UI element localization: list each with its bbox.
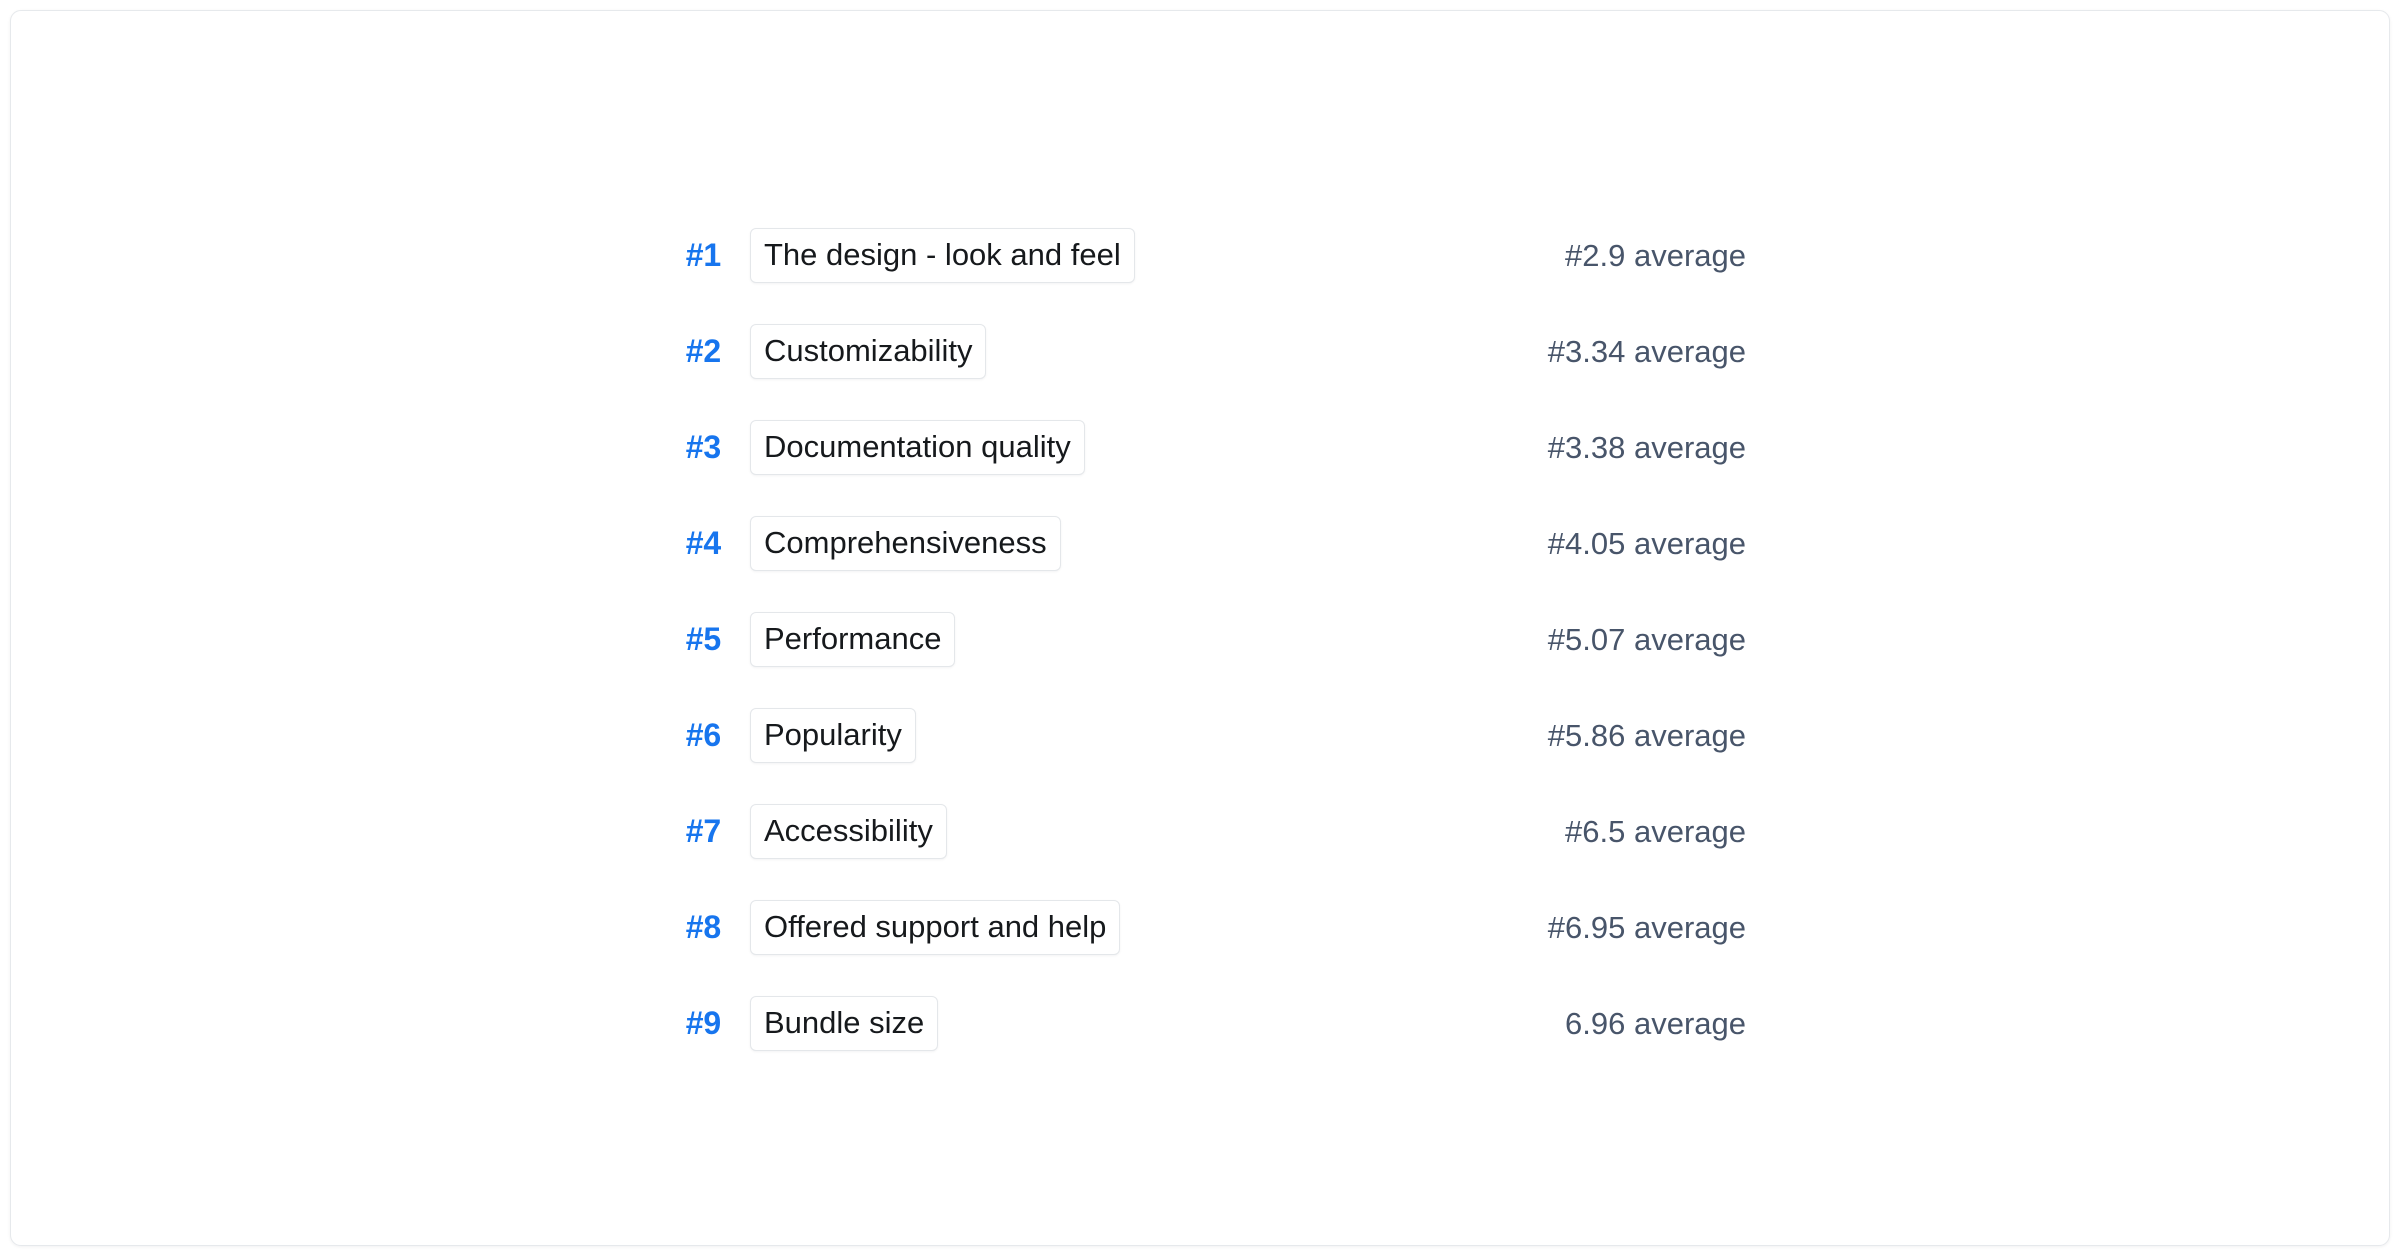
average-score: #5.07 average — [1547, 621, 1746, 657]
average-score: #4.05 average — [1547, 525, 1746, 561]
rank-number: #4 — [685, 525, 721, 561]
tag-container: Accessibility — [721, 803, 1446, 859]
rank-number: #5 — [685, 621, 721, 657]
ranking-row: #4 Comprehensiveness #4.05 average — [666, 495, 1746, 591]
criterion-tag[interactable]: Popularity — [750, 707, 916, 763]
criterion-tag[interactable]: Customizability — [750, 323, 987, 379]
criterion-tag[interactable]: Performance — [750, 611, 956, 667]
tag-container: Performance — [721, 611, 1446, 667]
rank-number: #9 — [685, 1005, 721, 1041]
rank-number: #8 — [685, 909, 721, 945]
criterion-tag[interactable]: The design - look and feel — [750, 227, 1135, 283]
tag-container: Comprehensiveness — [721, 515, 1446, 571]
average-score: #3.38 average — [1547, 429, 1746, 465]
average-score: 6.96 average — [1565, 1005, 1746, 1041]
tag-container: The design - look and feel — [721, 227, 1446, 283]
rank-number: #3 — [685, 429, 721, 465]
ranking-row: #5 Performance #5.07 average — [666, 591, 1746, 687]
rank-number: #1 — [685, 237, 721, 273]
tag-container: Bundle size — [721, 995, 1446, 1051]
tag-container: Documentation quality — [721, 419, 1446, 475]
criterion-tag[interactable]: Accessibility — [750, 803, 947, 859]
criterion-tag[interactable]: Comprehensiveness — [750, 515, 1061, 571]
average-score: #6.95 average — [1547, 909, 1746, 945]
rank-number: #7 — [685, 813, 721, 849]
tag-container: Customizability — [721, 323, 1446, 379]
tag-container: Offered support and help — [721, 899, 1446, 955]
rank-number: #2 — [685, 333, 721, 369]
ranking-list: #1 The design - look and feel #2.9 avera… — [666, 207, 1746, 1071]
ranking-row: #8 Offered support and help #6.95 averag… — [666, 879, 1746, 975]
rank-number: #6 — [685, 717, 721, 753]
ranking-row: #3 Documentation quality #3.38 average — [666, 399, 1746, 495]
criterion-tag[interactable]: Offered support and help — [750, 899, 1121, 955]
ranking-card: #1 The design - look and feel #2.9 avera… — [10, 10, 2390, 1246]
criterion-tag[interactable]: Bundle size — [750, 995, 939, 1051]
ranking-row: #7 Accessibility #6.5 average — [666, 783, 1746, 879]
average-score: #6.5 average — [1565, 813, 1746, 849]
ranking-row: #6 Popularity #5.86 average — [666, 687, 1746, 783]
ranking-row: #2 Customizability #3.34 average — [666, 303, 1746, 399]
average-score: #3.34 average — [1547, 333, 1746, 369]
average-score: #2.9 average — [1565, 237, 1746, 273]
ranking-row: #1 The design - look and feel #2.9 avera… — [666, 207, 1746, 303]
criterion-tag[interactable]: Documentation quality — [750, 419, 1085, 475]
average-score: #5.86 average — [1547, 717, 1746, 753]
ranking-row: #9 Bundle size 6.96 average — [666, 975, 1746, 1071]
tag-container: Popularity — [721, 707, 1446, 763]
